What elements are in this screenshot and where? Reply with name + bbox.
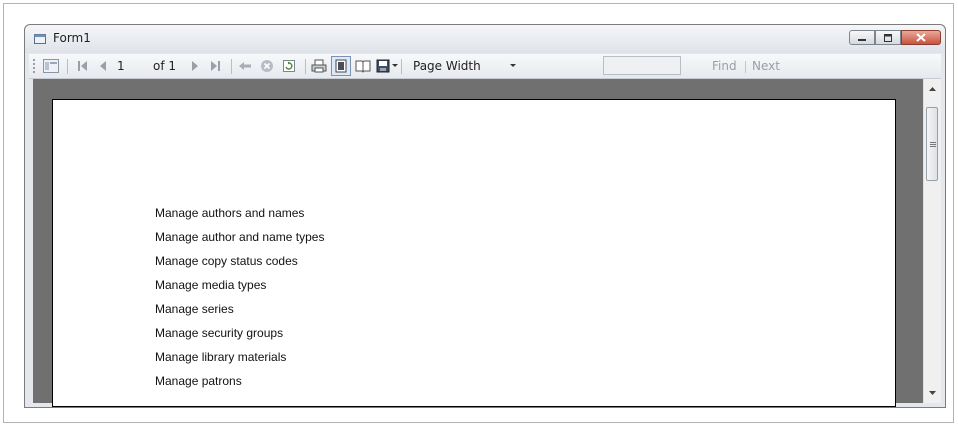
first-page-icon[interactable] (75, 58, 91, 74)
close-icon (916, 33, 926, 42)
page-total-label: of 1 (153, 59, 177, 73)
close-button[interactable] (901, 30, 941, 45)
thumb-grip-icon (930, 142, 936, 147)
report-line: Manage library materials (155, 350, 287, 364)
export-icon[interactable] (375, 58, 391, 74)
previous-page-icon[interactable] (95, 58, 111, 74)
scroll-up-icon[interactable] (924, 83, 941, 95)
scroll-down-icon[interactable] (924, 387, 941, 399)
last-page-icon[interactable] (207, 58, 223, 74)
app-window: Form1 1 of 1 Page Width Find Next Manage… (24, 24, 946, 408)
report-line: Manage copy status codes (155, 254, 298, 268)
report-line: Manage patrons (155, 374, 242, 388)
document-map-icon[interactable] (43, 58, 59, 74)
minimize-button[interactable] (849, 30, 875, 45)
find-input[interactable] (603, 56, 681, 75)
report-viewer[interactable]: Manage authors and names Manage author a… (33, 79, 930, 407)
report-toolbar: 1 of 1 Page Width Find Next (29, 54, 941, 79)
current-page-value: 1 (117, 59, 125, 73)
find-next-button[interactable]: Next (752, 59, 780, 73)
vertical-scrollbar[interactable] (923, 79, 941, 403)
maximize-button[interactable] (875, 30, 901, 45)
zoom-dropdown-icon (509, 64, 516, 67)
toolbar-grip[interactable] (33, 59, 35, 73)
current-page-input[interactable]: 1 (117, 54, 125, 78)
report-line: Manage media types (155, 278, 267, 292)
report-line: Manage series (155, 302, 234, 316)
window-title: Form1 (53, 31, 91, 45)
report-line: Manage security groups (155, 326, 284, 340)
refresh-icon[interactable] (281, 58, 297, 74)
scroll-thumb[interactable] (926, 107, 938, 181)
export-dropdown-icon[interactable] (391, 63, 399, 69)
maximize-icon (884, 33, 892, 42)
find-button[interactable]: Find (712, 59, 737, 73)
page-setup-icon[interactable] (355, 58, 371, 74)
form-icon (34, 34, 46, 44)
report-page: Manage authors and names Manage author a… (52, 99, 896, 407)
zoom-select[interactable]: Page Width (413, 54, 517, 78)
zoom-select-value: Page Width (413, 59, 481, 73)
next-page-icon[interactable] (187, 58, 203, 74)
print-layout-icon[interactable] (331, 56, 351, 76)
stop-icon[interactable] (259, 58, 275, 74)
report-line: Manage author and name types (155, 230, 325, 244)
report-line: Manage authors and names (155, 206, 305, 220)
print-icon[interactable] (311, 58, 327, 74)
back-icon[interactable] (237, 58, 253, 74)
minimize-icon (858, 38, 866, 41)
title-bar[interactable]: Form1 (25, 25, 945, 53)
